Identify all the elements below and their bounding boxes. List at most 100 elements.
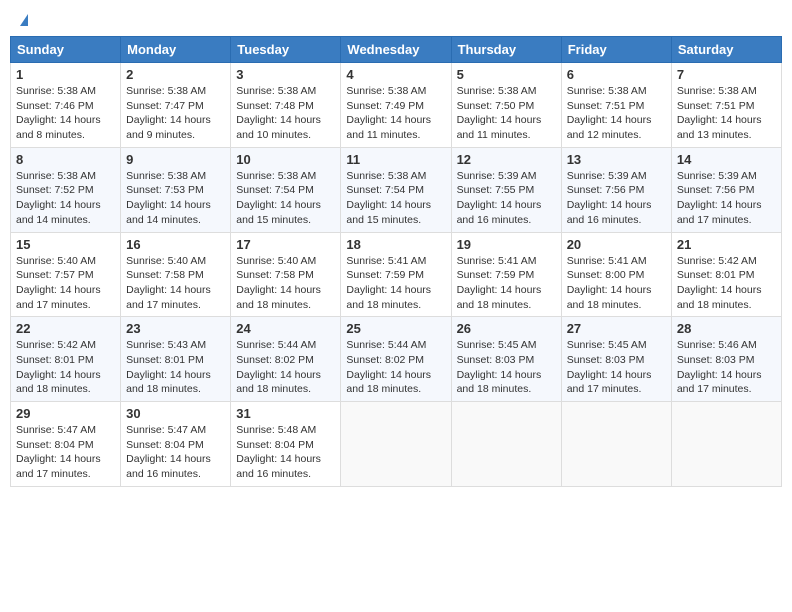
calendar-cell (671, 402, 781, 487)
calendar-cell: 18 Sunrise: 5:41 AMSunset: 7:59 PMDayligh… (341, 232, 451, 317)
calendar-week-row: 1 Sunrise: 5:38 AMSunset: 7:46 PMDaylight… (11, 63, 782, 148)
calendar-header-row: SundayMondayTuesdayWednesdayThursdayFrid… (11, 37, 782, 63)
day-info: Sunrise: 5:38 AMSunset: 7:53 PMDaylight:… (126, 169, 225, 228)
calendar-table: SundayMondayTuesdayWednesdayThursdayFrid… (10, 36, 782, 487)
day-info: Sunrise: 5:38 AMSunset: 7:48 PMDaylight:… (236, 84, 335, 143)
day-number: 22 (16, 321, 115, 336)
calendar-cell: 27Sunrise: 5:45 AMSunset: 8:03 PMDayligh… (561, 317, 671, 402)
day-number: 6 (567, 67, 666, 82)
logo (18, 14, 28, 26)
day-info: Sunrise: 5:42 AMSunset: 8:01 PMDaylight:… (677, 254, 776, 313)
day-number: 2 (126, 67, 225, 82)
day-number: 16 (126, 237, 225, 252)
calendar-cell (451, 402, 561, 487)
calendar-cell: 10 Sunrise: 5:38 AMSunset: 7:54 PMDayligh… (231, 147, 341, 232)
day-number: 25 (346, 321, 445, 336)
day-info: Sunrise: 5:38 AMSunset: 7:51 PMDaylight:… (677, 84, 776, 143)
day-info: Sunrise: 5:44 AMSunset: 8:02 PMDaylight:… (346, 338, 445, 397)
day-info: Sunrise: 5:41 AMSunset: 7:59 PMDaylight:… (457, 254, 556, 313)
day-info: Sunrise: 5:39 AMSunset: 7:56 PMDaylight:… (677, 169, 776, 228)
calendar-cell (561, 402, 671, 487)
calendar-week-row: 29Sunrise: 5:47 AMSunset: 8:04 PMDayligh… (11, 402, 782, 487)
day-info: Sunrise: 5:40 AMSunset: 7:57 PMDaylight:… (16, 254, 115, 313)
day-info: Sunrise: 5:38 AMSunset: 7:52 PMDaylight:… (16, 169, 115, 228)
day-number: 24 (236, 321, 335, 336)
calendar-cell: 2 Sunrise: 5:38 AMSunset: 7:47 PMDaylight… (121, 63, 231, 148)
header-friday: Friday (561, 37, 671, 63)
day-number: 10 (236, 152, 335, 167)
day-number: 26 (457, 321, 556, 336)
calendar-cell: 12 Sunrise: 5:39 AMSunset: 7:55 PMDayligh… (451, 147, 561, 232)
calendar-cell: 30 Sunrise: 5:47 AMSunset: 8:04 PMDayligh… (121, 402, 231, 487)
calendar-cell: 15Sunrise: 5:40 AMSunset: 7:57 PMDayligh… (11, 232, 121, 317)
day-info: Sunrise: 5:39 AMSunset: 7:55 PMDaylight:… (457, 169, 556, 228)
day-info: Sunrise: 5:42 AMSunset: 8:01 PMDaylight:… (16, 338, 115, 397)
calendar-cell: 31 Sunrise: 5:48 AMSunset: 8:04 PMDayligh… (231, 402, 341, 487)
calendar-week-row: 15Sunrise: 5:40 AMSunset: 7:57 PMDayligh… (11, 232, 782, 317)
day-info: Sunrise: 5:38 AMSunset: 7:46 PMDaylight:… (16, 84, 115, 143)
day-number: 18 (346, 237, 445, 252)
day-info: Sunrise: 5:45 AMSunset: 8:03 PMDaylight:… (567, 338, 666, 397)
day-info: Sunrise: 5:47 AMSunset: 8:04 PMDaylight:… (126, 423, 225, 482)
day-info: Sunrise: 5:38 AMSunset: 7:51 PMDaylight:… (567, 84, 666, 143)
header-saturday: Saturday (671, 37, 781, 63)
day-info: Sunrise: 5:39 AMSunset: 7:56 PMDaylight:… (567, 169, 666, 228)
day-number: 14 (677, 152, 776, 167)
day-number: 7 (677, 67, 776, 82)
header-tuesday: Tuesday (231, 37, 341, 63)
logo-icon (20, 14, 28, 26)
day-info: Sunrise: 5:40 AMSunset: 7:58 PMDaylight:… (126, 254, 225, 313)
day-info: Sunrise: 5:38 AMSunset: 7:49 PMDaylight:… (346, 84, 445, 143)
day-number: 17 (236, 237, 335, 252)
day-number: 9 (126, 152, 225, 167)
day-number: 23 (126, 321, 225, 336)
calendar-cell: 25 Sunrise: 5:44 AMSunset: 8:02 PMDayligh… (341, 317, 451, 402)
calendar-week-row: 8 Sunrise: 5:38 AMSunset: 7:52 PMDaylight… (11, 147, 782, 232)
day-number: 19 (457, 237, 556, 252)
day-info: Sunrise: 5:38 AMSunset: 7:47 PMDaylight:… (126, 84, 225, 143)
calendar-cell: 4Sunrise: 5:38 AMSunset: 7:49 PMDaylight… (341, 63, 451, 148)
day-number: 28 (677, 321, 776, 336)
calendar-cell: 20Sunrise: 5:41 AMSunset: 8:00 PMDayligh… (561, 232, 671, 317)
day-info: Sunrise: 5:47 AMSunset: 8:04 PMDaylight:… (16, 423, 115, 482)
day-number: 30 (126, 406, 225, 421)
day-info: Sunrise: 5:38 AMSunset: 7:54 PMDaylight:… (236, 169, 335, 228)
day-number: 20 (567, 237, 666, 252)
day-number: 1 (16, 67, 115, 82)
day-number: 31 (236, 406, 335, 421)
calendar-cell: 1 Sunrise: 5:38 AMSunset: 7:46 PMDaylight… (11, 63, 121, 148)
day-info: Sunrise: 5:45 AMSunset: 8:03 PMDaylight:… (457, 338, 556, 397)
day-number: 5 (457, 67, 556, 82)
page-header (10, 10, 782, 30)
day-number: 3 (236, 67, 335, 82)
day-number: 8 (16, 152, 115, 167)
header-monday: Monday (121, 37, 231, 63)
day-number: 21 (677, 237, 776, 252)
day-info: Sunrise: 5:38 AMSunset: 7:54 PMDaylight:… (346, 169, 445, 228)
day-number: 11 (346, 152, 445, 167)
day-info: Sunrise: 5:41 AMSunset: 7:59 PMDaylight:… (346, 254, 445, 313)
calendar-cell: 26 Sunrise: 5:45 AMSunset: 8:03 PMDayligh… (451, 317, 561, 402)
calendar-cell: 5 Sunrise: 5:38 AMSunset: 7:50 PMDaylight… (451, 63, 561, 148)
calendar-cell: 3 Sunrise: 5:38 AMSunset: 7:48 PMDaylight… (231, 63, 341, 148)
day-number: 12 (457, 152, 556, 167)
header-wednesday: Wednesday (341, 37, 451, 63)
calendar-cell: 23 Sunrise: 5:43 AMSunset: 8:01 PMDayligh… (121, 317, 231, 402)
calendar-cell: 21 Sunrise: 5:42 AMSunset: 8:01 PMDayligh… (671, 232, 781, 317)
header-sunday: Sunday (11, 37, 121, 63)
day-number: 13 (567, 152, 666, 167)
calendar-cell: 9 Sunrise: 5:38 AMSunset: 7:53 PMDaylight… (121, 147, 231, 232)
calendar-cell: 8 Sunrise: 5:38 AMSunset: 7:52 PMDaylight… (11, 147, 121, 232)
day-info: Sunrise: 5:43 AMSunset: 8:01 PMDaylight:… (126, 338, 225, 397)
calendar-cell: 13 Sunrise: 5:39 AMSunset: 7:56 PMDayligh… (561, 147, 671, 232)
calendar-cell: 29Sunrise: 5:47 AMSunset: 8:04 PMDayligh… (11, 402, 121, 487)
calendar-week-row: 22 Sunrise: 5:42 AMSunset: 8:01 PMDayligh… (11, 317, 782, 402)
day-info: Sunrise: 5:48 AMSunset: 8:04 PMDaylight:… (236, 423, 335, 482)
calendar-cell (341, 402, 451, 487)
header-thursday: Thursday (451, 37, 561, 63)
calendar-cell: 22 Sunrise: 5:42 AMSunset: 8:01 PMDayligh… (11, 317, 121, 402)
calendar-cell: 28Sunrise: 5:46 AMSunset: 8:03 PMDayligh… (671, 317, 781, 402)
day-info: Sunrise: 5:38 AMSunset: 7:50 PMDaylight:… (457, 84, 556, 143)
calendar-cell: 14 Sunrise: 5:39 AMSunset: 7:56 PMDayligh… (671, 147, 781, 232)
calendar-cell: 6 Sunrise: 5:38 AMSunset: 7:51 PMDaylight… (561, 63, 671, 148)
